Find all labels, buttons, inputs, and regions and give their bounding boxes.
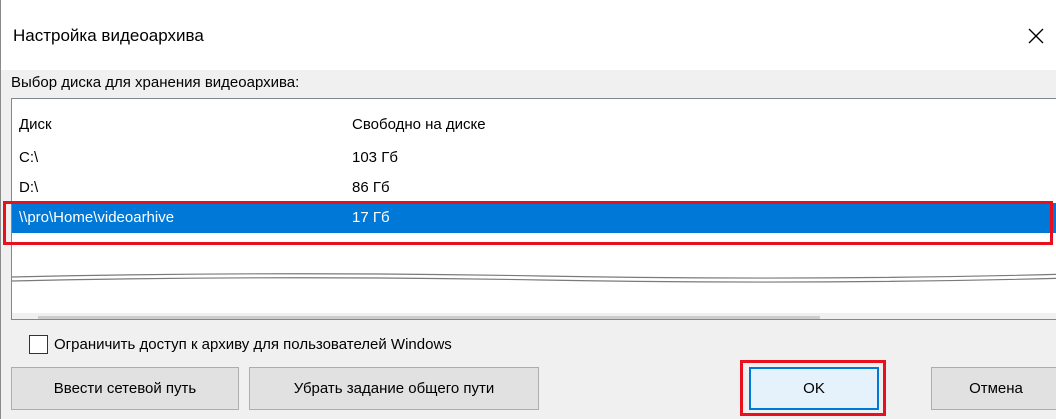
list-row-network-selected[interactable]: \\pro\Home\videoarhive 17 Гб <box>12 203 1056 233</box>
horizontal-scrollbar[interactable] <box>12 313 1056 319</box>
row-free-space: 17 Гб <box>352 209 390 226</box>
list-row-c[interactable]: C:\ 103 Гб <box>12 143 1056 173</box>
row-free-space: 86 Гб <box>352 179 390 196</box>
scroll-right-button[interactable] <box>1032 313 1056 319</box>
disk-list[interactable]: Диск Свободно на диске C:\ 103 Гб D:\ 86… <box>11 98 1056 320</box>
scroll-thumb[interactable] <box>38 316 820 319</box>
row-disk: \\pro\Home\videoarhive <box>19 209 175 226</box>
column-header-disk[interactable]: Диск <box>19 116 52 133</box>
row-free-space: 103 Гб <box>352 149 398 166</box>
checkbox-box[interactable] <box>29 334 48 354</box>
torn-edge-separator <box>12 273 1056 287</box>
close-icon <box>1028 28 1044 44</box>
window-title: Настройка видеоархива <box>13 26 204 45</box>
disk-selection-label: Выбор диска для хранения видеоархива: <box>11 74 300 91</box>
checkbox-label: Ограничить доступ к архиву для пользоват… <box>54 335 452 353</box>
row-disk: D:\ <box>19 179 39 196</box>
restrict-access-checkbox[interactable]: Ограничить доступ к архиву для пользоват… <box>29 332 452 356</box>
dialog-content: Выбор диска для хранения видеоархива: Ди… <box>0 70 1056 419</box>
enter-network-path-button[interactable]: Ввести сетевой путь <box>11 367 239 410</box>
remove-shared-path-button[interactable]: Убрать задание общего пути <box>249 367 539 410</box>
archive-settings-dialog: Настройка видеоархива Выбор диска для хр… <box>0 0 1056 419</box>
column-header-free-space[interactable]: Свободно на диске <box>352 116 486 133</box>
scroll-left-button[interactable] <box>12 313 38 319</box>
list-row-d[interactable]: D:\ 86 Гб <box>12 173 1056 203</box>
list-header: Диск Свободно на диске <box>12 99 1056 141</box>
close-button[interactable] <box>1016 16 1056 56</box>
row-disk: C:\ <box>19 149 39 166</box>
ok-button[interactable]: OK <box>749 367 879 410</box>
cancel-button[interactable]: Отмена <box>931 367 1056 410</box>
title-bar: Настройка видеоархива <box>0 0 1056 70</box>
